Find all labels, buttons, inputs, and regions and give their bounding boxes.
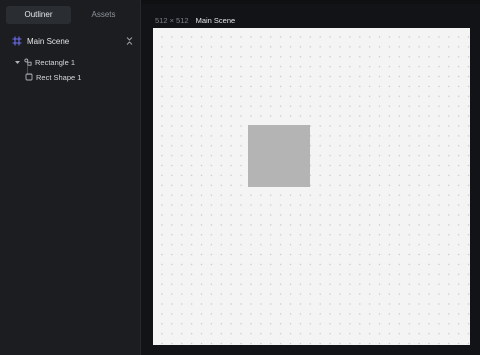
tab-outliner[interactable]: Outliner xyxy=(6,6,71,24)
group-icon xyxy=(24,58,32,66)
rectangle-shape[interactable] xyxy=(248,125,310,187)
tree-item-rectangle[interactable]: Rectangle 1 xyxy=(14,55,75,69)
top-strip xyxy=(141,0,480,4)
outliner-panel: Outliner Assets Main Scene Rectangle 1 R… xyxy=(0,0,141,355)
artboard[interactable] xyxy=(153,28,470,345)
scene-row[interactable]: Main Scene xyxy=(12,33,134,49)
rect-shape-icon xyxy=(25,73,33,81)
panel-tabs: Outliner Assets xyxy=(6,6,136,24)
tree-item-rect-shape[interactable]: Rect Shape 1 xyxy=(25,70,81,84)
tab-assets[interactable]: Assets xyxy=(71,6,136,24)
canvas-scene-name: Main Scene xyxy=(195,15,236,25)
canvas-size-label: 512 × 512 xyxy=(155,15,189,25)
canvas-header: 512 × 512 Main Scene xyxy=(155,15,235,25)
tree-item-label: Rectangle 1 xyxy=(35,57,76,67)
collapse-icon[interactable] xyxy=(125,36,134,46)
frame-icon xyxy=(12,36,22,46)
caret-down-icon[interactable] xyxy=(14,59,21,66)
editor-window: Outliner Assets Main Scene Rectangle 1 R… xyxy=(0,0,480,355)
tree-item-label: Rect Shape 1 xyxy=(36,72,82,82)
scene-label: Main Scene xyxy=(27,36,70,46)
